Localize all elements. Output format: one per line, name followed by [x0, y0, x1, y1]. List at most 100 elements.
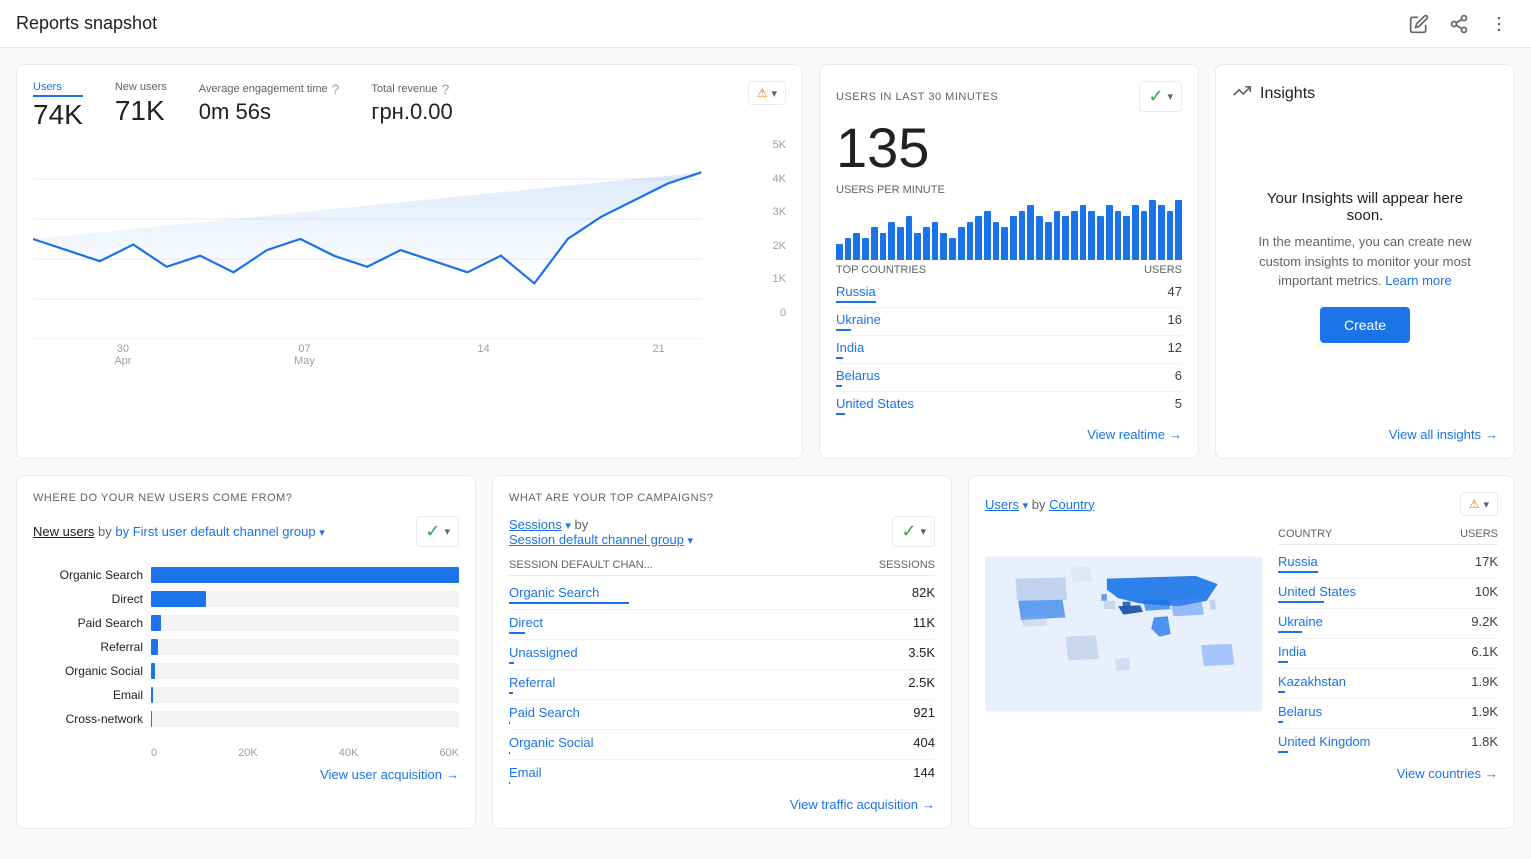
hbar-x-label: 0	[151, 747, 157, 759]
realtime-bar	[862, 238, 869, 260]
channel-group-dropdown[interactable]: by First user default channel group	[115, 524, 315, 539]
realtime-card-footer: View realtime →	[836, 427, 1182, 442]
hbar-fill	[151, 567, 459, 583]
realtime-bar	[1010, 216, 1017, 260]
alert-dropdown-arrow: ▾	[771, 87, 777, 100]
country-name[interactable]: Ukraine	[836, 312, 881, 327]
country-name[interactable]: India	[836, 340, 864, 355]
insights-main-text: Your Insights will appear here soon.	[1248, 190, 1482, 224]
country-name[interactable]: Belarus	[836, 368, 880, 383]
sessions-channel-name[interactable]: Unassigned	[509, 645, 578, 664]
total-revenue-label: Total revenue ?	[371, 81, 452, 97]
realtime-bar	[1027, 205, 1034, 260]
hbar-row: Paid Search	[33, 615, 459, 631]
avg-engagement-metric: Average engagement time ? 0m 56s	[199, 81, 340, 125]
view-realtime-link[interactable]: View realtime →	[1087, 427, 1182, 442]
create-button[interactable]: Create	[1320, 307, 1410, 343]
view-all-insights-link[interactable]: View all insights →	[1389, 427, 1498, 442]
arrow-right-icon: →	[1169, 427, 1182, 442]
hbar-fill	[151, 663, 155, 679]
learn-more-link[interactable]: Learn more	[1385, 273, 1451, 288]
chart-x-label-1: 30 Apr	[114, 343, 131, 367]
edit-icon[interactable]	[1403, 8, 1435, 40]
sessions-channel-name[interactable]: Paid Search	[509, 705, 580, 724]
channel-group-dropdown-arrow[interactable]: ▾	[688, 535, 694, 547]
sessions-channel-name[interactable]: Organic Social	[509, 735, 594, 754]
top-cards-row: Users 74K New users 71K Average engageme…	[16, 64, 1515, 459]
sessions-dropdown-arrow[interactable]: ▾	[565, 520, 571, 532]
realtime-bar	[853, 233, 860, 260]
world-map-svg	[985, 524, 1262, 744]
hbar-track	[151, 615, 459, 631]
geo-country-row: Kazakhstan 1.9K	[1278, 669, 1498, 699]
hbar-label: Organic Social	[33, 664, 143, 678]
hbar-fill	[151, 687, 153, 703]
realtime-bar	[958, 227, 965, 260]
channel-dropdown-arrow[interactable]: ▾	[319, 527, 325, 539]
main-content: Users 74K New users 71K Average engageme…	[0, 48, 1531, 845]
geo-country-name[interactable]: Belarus	[1278, 704, 1322, 723]
acquisition-section-title: WHERE DO YOUR NEW USERS COME FROM?	[33, 492, 459, 504]
acquisition-control-btn[interactable]: ✓ ▾	[416, 516, 459, 547]
view-countries-link[interactable]: View countries →	[1397, 766, 1498, 781]
total-revenue-info-icon[interactable]: ?	[441, 81, 449, 97]
realtime-bar	[914, 233, 921, 260]
sessions-dropdown[interactable]: Sessions	[509, 517, 562, 532]
hbar-track	[151, 639, 459, 655]
realtime-bar	[1001, 227, 1008, 260]
new-users-label[interactable]: New users	[115, 81, 167, 93]
sessions-channel-name[interactable]: Direct	[509, 615, 543, 634]
country-name[interactable]: United States	[836, 396, 914, 411]
page-title: Reports snapshot	[16, 13, 157, 34]
alert-badge[interactable]: ⚠ ▾	[748, 81, 786, 105]
horizontal-bar-chart: Organic Search Direct Paid Search Referr…	[33, 559, 459, 743]
geo-country-name[interactable]: United States	[1278, 584, 1356, 603]
hbar-track	[151, 687, 459, 703]
realtime-control-btn[interactable]: ✓ ▾	[1139, 81, 1182, 112]
campaigns-control-btn[interactable]: ✓ ▾	[892, 516, 935, 547]
geo-country-name[interactable]: Kazakhstan	[1278, 674, 1346, 693]
realtime-bar	[1141, 211, 1148, 260]
channel-group-dropdown-2[interactable]: Session default channel group	[509, 532, 684, 547]
line-chart-area: 5K 4K 3K 2K 1K 0	[33, 139, 786, 339]
country-name[interactable]: Russia	[836, 284, 876, 299]
insights-card: Insights Your Insights will appear here …	[1215, 64, 1515, 459]
sessions-channel-name[interactable]: Referral	[509, 675, 555, 694]
campaigns-card: WHAT ARE YOUR TOP CAMPAIGNS? Sessions ▾ …	[492, 475, 952, 829]
geo-alert-badge[interactable]: ⚠ ▾	[1460, 492, 1498, 516]
sessions-channel-name[interactable]: Email	[509, 765, 542, 784]
chart-x-label-3: 14	[478, 343, 490, 367]
view-user-acquisition-link[interactable]: View user acquisition →	[320, 767, 459, 782]
users-label[interactable]: Users	[33, 81, 83, 97]
realtime-bar	[1158, 205, 1165, 260]
realtime-bar	[993, 222, 1000, 260]
sessions-channel-name[interactable]: Organic Search	[509, 585, 629, 604]
geo-country-value: 17K	[1475, 554, 1498, 573]
geo-users-dropdown-arrow[interactable]: ▾	[1023, 500, 1029, 512]
geo-country-row: Belarus 1.9K	[1278, 699, 1498, 729]
geo-country-dropdown[interactable]: Country	[1049, 497, 1095, 512]
insights-footer: View all insights →	[1232, 411, 1498, 442]
geo-country-row: Russia 17K	[1278, 549, 1498, 579]
geo-country-name[interactable]: India	[1278, 644, 1306, 663]
share-icon[interactable]	[1443, 8, 1475, 40]
hbar-fill	[151, 639, 158, 655]
insights-body: Your Insights will appear here soon. In …	[1232, 122, 1498, 411]
country-value: 47	[1168, 284, 1182, 303]
hbar-track	[151, 567, 459, 583]
realtime-bar	[1175, 200, 1182, 260]
sessions-col-header: SESSION DEFAULT CHAN... SESSIONS	[509, 555, 935, 576]
geo-country-name[interactable]: United Kingdom	[1278, 734, 1371, 753]
more-icon[interactable]	[1483, 8, 1515, 40]
sessions-value: 404	[913, 735, 935, 754]
insights-arrow-icon: →	[1485, 427, 1498, 442]
hbar-row: Referral	[33, 639, 459, 655]
geo-country-name[interactable]: Ukraine	[1278, 614, 1323, 633]
geo-users-dropdown[interactable]: Users	[985, 497, 1019, 512]
sessions-row: Organic Search 82K	[509, 580, 935, 610]
view-traffic-acquisition-link[interactable]: View traffic acquisition →	[790, 797, 935, 812]
geo-chart-label: Users ▾ by Country	[985, 497, 1095, 512]
avg-engagement-info-icon[interactable]: ?	[332, 81, 340, 97]
users-value: 74K	[33, 99, 83, 131]
geo-country-name[interactable]: Russia	[1278, 554, 1318, 573]
